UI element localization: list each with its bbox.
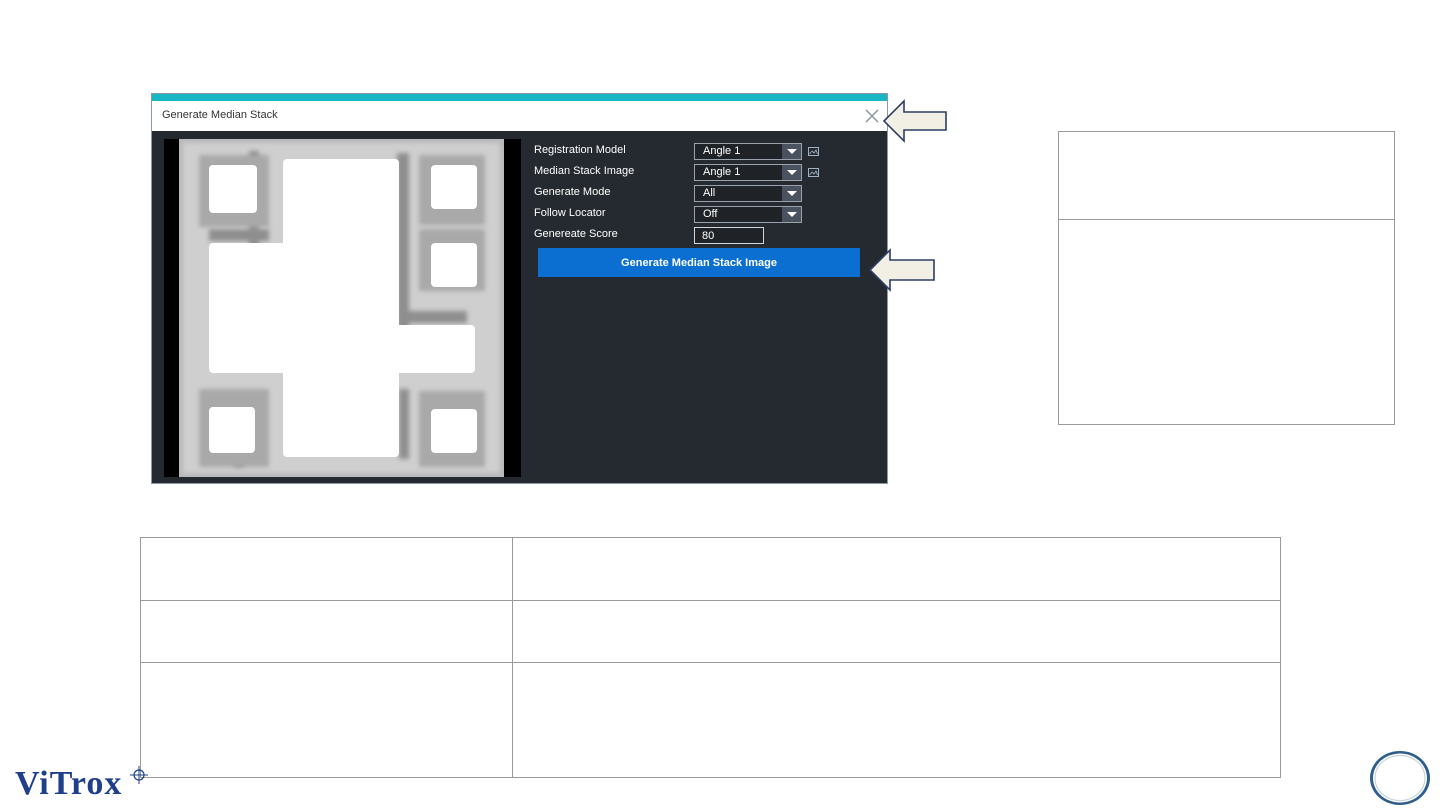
generate-mode-label: Generate Mode: [534, 186, 611, 198]
median-stack-image-label: Median Stack Image: [534, 165, 635, 177]
generate-median-stack-image-button[interactable]: Generate Median Stack Image: [538, 248, 860, 277]
table-cell: [512, 537, 1281, 601]
table-cell: [140, 662, 513, 778]
close-button[interactable]: [863, 107, 881, 125]
generate-score-label: Genereate Score: [534, 228, 618, 240]
callout-arrow-close: [882, 99, 947, 143]
image-icon[interactable]: [808, 147, 819, 156]
close-icon: [865, 109, 879, 123]
dialog-title: Generate Median Stack: [162, 109, 278, 121]
page-number-badge: [1370, 751, 1430, 805]
vitrox-logo: ViTrox: [15, 765, 123, 802]
chevron-down-icon[interactable]: [782, 186, 801, 201]
registration-model-label: Registration Model: [534, 144, 626, 156]
registration-model-value: Angle 1: [703, 145, 741, 157]
table-row: [140, 662, 1281, 778]
table-cell: [140, 600, 513, 663]
registration-model-select[interactable]: Angle 1: [694, 143, 802, 160]
generate-median-stack-dialog: Generate Median Stack Registration Model…: [151, 93, 888, 484]
chevron-down-icon[interactable]: [782, 165, 801, 180]
dialog-accent-bar: [152, 94, 887, 101]
chevron-down-icon[interactable]: [782, 144, 801, 159]
follow-locator-label: Follow Locator: [534, 207, 606, 219]
table-cell: [512, 600, 1281, 663]
median-stack-image-value: Angle 1: [703, 166, 741, 178]
table-cell: [512, 662, 1281, 778]
dialog-body: Registration Model Angle 1 Median Stack …: [152, 131, 887, 483]
chevron-down-icon[interactable]: [782, 207, 801, 222]
generate-mode-value: All: [703, 187, 716, 199]
generate-mode-select[interactable]: All: [694, 185, 802, 202]
table-row: [140, 600, 1281, 663]
table-row: [140, 537, 1281, 601]
median-stack-preview: [164, 139, 521, 477]
side-panel-body: [1058, 219, 1395, 425]
callout-arrow-generate: [868, 248, 935, 292]
image-icon[interactable]: [808, 168, 819, 177]
follow-locator-select[interactable]: Off: [694, 206, 802, 223]
follow-locator-value: Off: [703, 208, 718, 220]
side-panel-header: [1058, 131, 1395, 220]
info-table: [140, 537, 1281, 778]
table-cell: [140, 537, 513, 601]
crosshair-icon: [130, 766, 148, 784]
preview-image: [179, 139, 504, 477]
generate-score-input[interactable]: [694, 227, 764, 244]
dialog-titlebar[interactable]: Generate Median Stack: [152, 101, 887, 131]
median-stack-image-select[interactable]: Angle 1: [694, 164, 802, 181]
